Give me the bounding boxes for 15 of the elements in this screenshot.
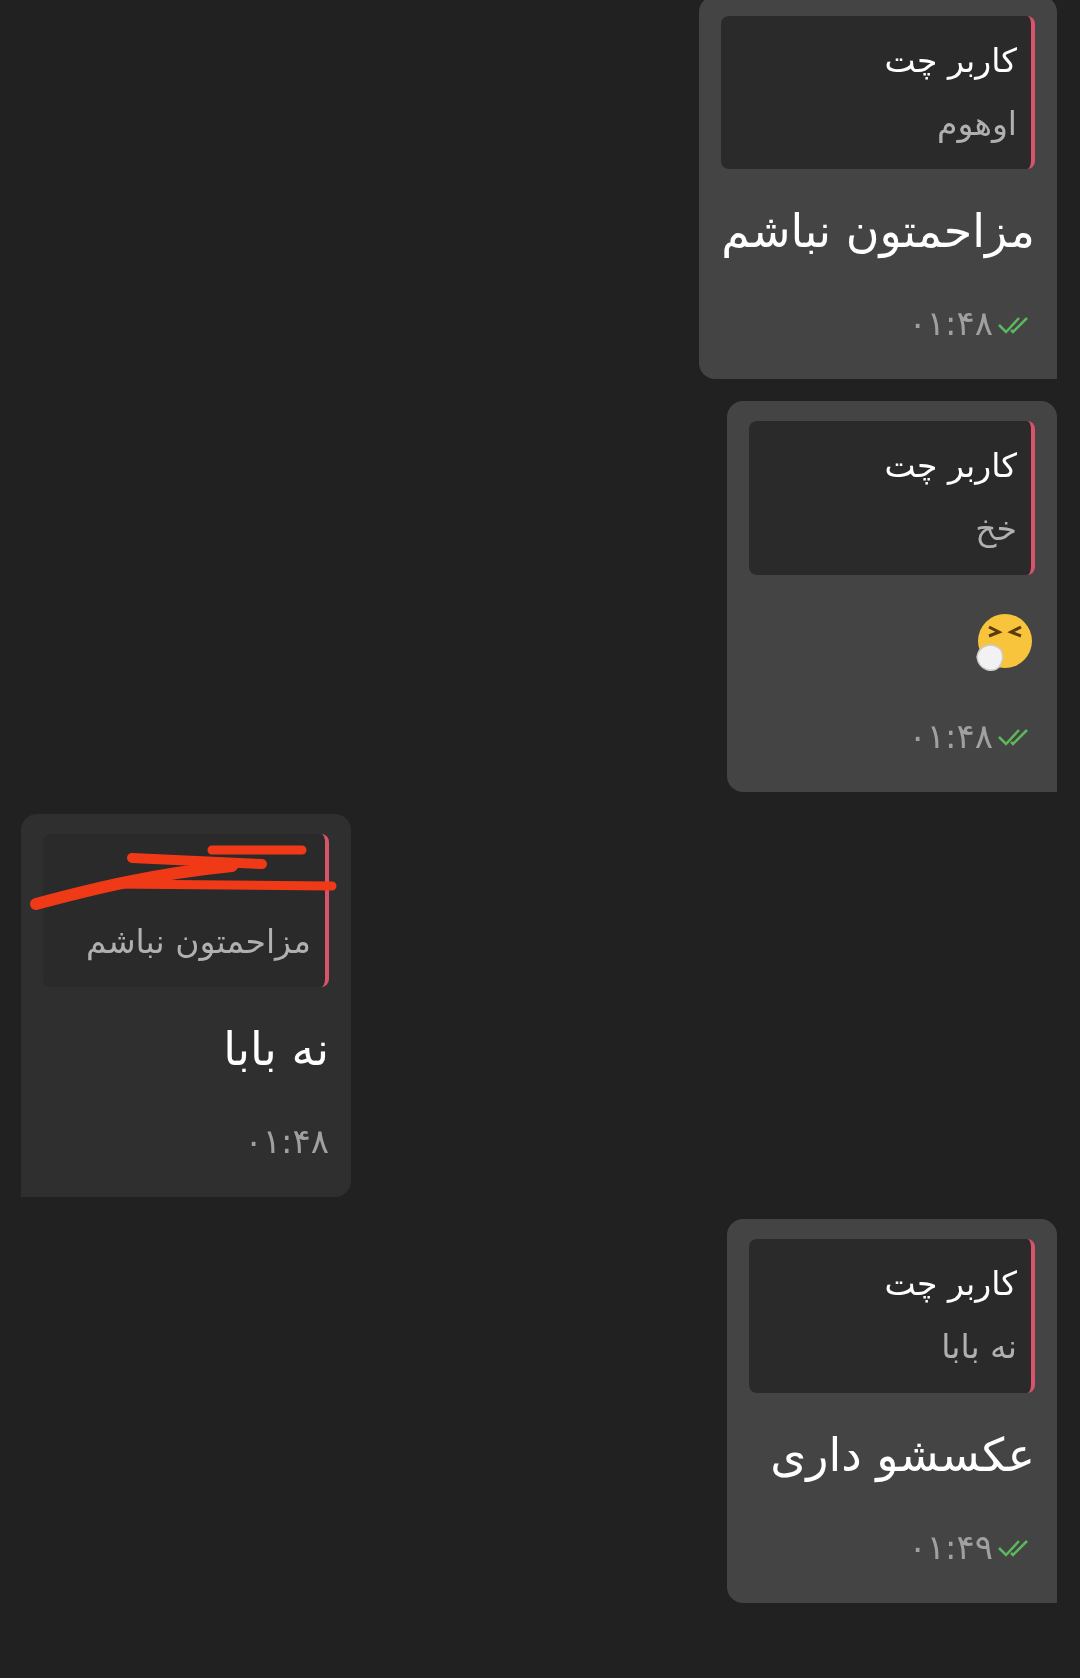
- message-text: مزاحمتون نباشم: [721, 203, 1035, 261]
- message-time: ۰۱:۴۸: [244, 1120, 329, 1164]
- message-time: ۰۱:۴۸: [908, 714, 993, 758]
- message-time: ۰۱:۴۹: [908, 1525, 993, 1569]
- reply-author: کاربر چت: [883, 445, 1017, 488]
- reply-author: کاربر چت: [883, 1263, 1017, 1306]
- reply-text: اوهوم: [936, 102, 1017, 145]
- reply-text: مزاحمتون نباشم: [84, 920, 311, 963]
- message-text: عکسشو داری: [769, 1426, 1035, 1485]
- message-text: نه بابا: [222, 1021, 329, 1079]
- reply-author: کاربر چت: [883, 40, 1017, 82]
- reply-text: خخ: [974, 508, 1017, 551]
- sneezing-face-icon: [975, 612, 1035, 673]
- reply-text: نه بابا: [940, 1326, 1017, 1369]
- message-time: ۰۱:۴۸: [908, 302, 993, 346]
